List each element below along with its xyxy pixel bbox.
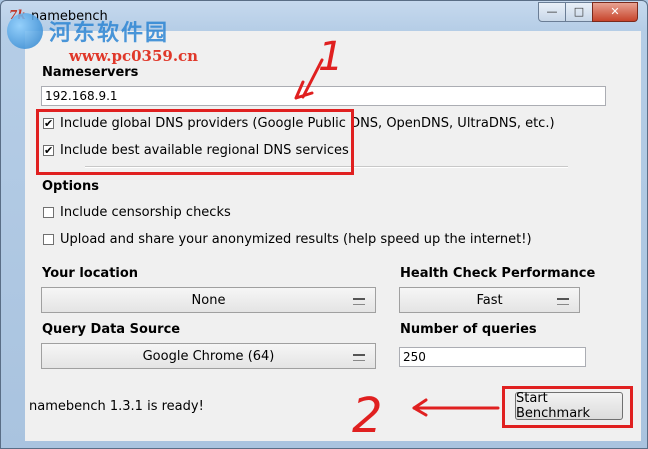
query-source-label: Query Data Source xyxy=(42,322,181,337)
location-value: None xyxy=(191,292,226,308)
options-label: Options xyxy=(42,179,99,194)
close-button[interactable]: ✕ xyxy=(592,2,638,22)
health-label: Health Check Performance xyxy=(400,266,596,281)
annotation-box-checkboxes xyxy=(36,109,354,175)
upload-label: Upload and share your anonymized results… xyxy=(60,232,532,247)
censorship-checkbox-row[interactable]: Include censorship checks xyxy=(43,205,231,220)
annotation-box-start xyxy=(502,386,633,428)
query-source-value: Google Chrome (64) xyxy=(142,348,275,364)
health-dropdown[interactable]: Fast xyxy=(399,287,580,313)
upload-checkbox-row[interactable]: Upload and share your anonymized results… xyxy=(43,232,532,247)
censorship-checkbox[interactable] xyxy=(43,207,54,218)
location-label: Your location xyxy=(42,266,139,281)
app-icon: 7k xyxy=(9,8,26,22)
title-bar[interactable]: 7k namebench — □ ✕ xyxy=(1,1,647,31)
nameservers-input[interactable]: 192.168.9.1 xyxy=(41,86,606,106)
query-source-dropdown[interactable]: Google Chrome (64) xyxy=(41,343,376,369)
maximize-button[interactable]: □ xyxy=(565,2,593,22)
queries-input[interactable]: 250 xyxy=(399,347,586,367)
minimize-button[interactable]: — xyxy=(538,2,566,22)
queries-label: Number of queries xyxy=(400,322,537,337)
nameservers-label: Nameservers xyxy=(42,65,139,80)
location-dropdown[interactable]: None xyxy=(41,287,376,313)
censorship-label: Include censorship checks xyxy=(60,205,231,220)
dropdown-arrow-icon xyxy=(353,354,365,361)
window-title: namebench xyxy=(31,9,108,24)
dropdown-arrow-icon xyxy=(353,298,365,305)
main-panel: Nameservers 192.168.9.1 ✔ Include global… xyxy=(25,31,641,441)
dropdown-arrow-icon xyxy=(557,298,569,305)
upload-checkbox[interactable] xyxy=(43,234,54,245)
status-text: namebench 1.3.1 is ready! xyxy=(29,399,204,414)
app-window: 7k namebench — □ ✕ Nameservers 192.168.9… xyxy=(0,0,648,449)
health-value: Fast xyxy=(476,292,503,308)
